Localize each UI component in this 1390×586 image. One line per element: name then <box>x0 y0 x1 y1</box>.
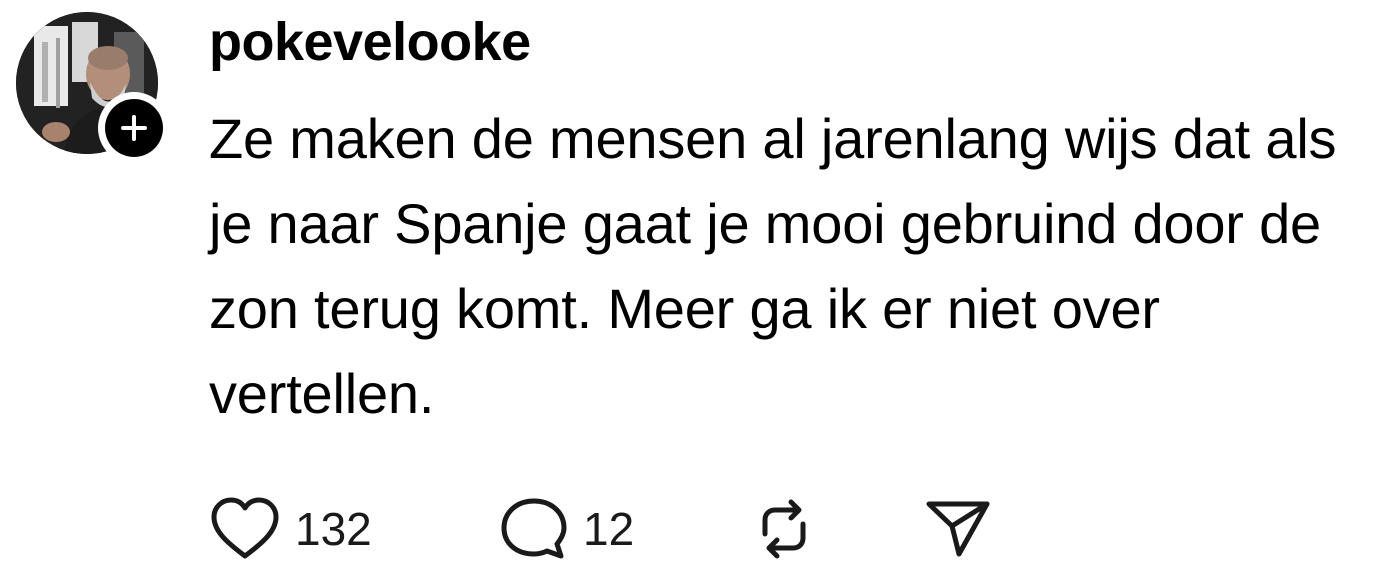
repost-button[interactable] <box>751 496 925 562</box>
plus-icon <box>121 115 147 141</box>
share-button[interactable] <box>925 496 991 562</box>
avatar-container <box>16 12 170 164</box>
username[interactable]: pokevelooke <box>209 12 531 72</box>
repost-icon <box>762 499 806 559</box>
follow-button[interactable] <box>98 92 170 164</box>
reply-count: 12 <box>583 503 635 555</box>
send-icon <box>926 501 990 557</box>
like-count: 132 <box>295 503 372 555</box>
thread-post: pokevelooke Ze maken de mensen al jarenl… <box>0 0 1390 586</box>
reply-button[interactable]: 12 <box>499 496 751 562</box>
like-button[interactable]: 132 <box>209 496 499 562</box>
heart-icon <box>211 497 279 559</box>
speech-bubble-icon <box>501 498 567 559</box>
post-actions: 132 12 <box>209 494 991 564</box>
post-text: Ze maken de mensen al jarenlang wijs dat… <box>209 107 1337 425</box>
